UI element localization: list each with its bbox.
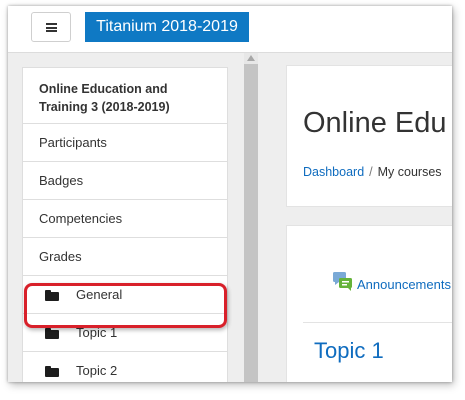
- drawer-course-title[interactable]: Online Education and Training 3 (2018-20…: [23, 68, 227, 124]
- nav-section-label: Topic 2: [76, 363, 118, 378]
- page-header-card: Online Edu Dashboard / My courses: [286, 65, 452, 207]
- course-content-card: Announcements Topic 1: [286, 225, 452, 382]
- nav-drawer: Online Education and Training 3 (2018-20…: [22, 67, 228, 382]
- hamburger-icon: [46, 23, 57, 32]
- nav-section-topic-2[interactable]: Topic 2: [23, 352, 227, 382]
- nav-item-grades[interactable]: Grades: [23, 238, 227, 276]
- breadcrumb-my-courses[interactable]: My courses: [378, 165, 442, 179]
- folder-icon: [45, 327, 59, 339]
- scroll-up-arrow-icon[interactable]: [247, 55, 255, 61]
- breadcrumb-separator: /: [369, 165, 373, 179]
- menu-toggle-button[interactable]: [31, 12, 71, 42]
- nav-item-participants[interactable]: Participants: [23, 124, 227, 162]
- scrollbar-thumb[interactable]: [244, 64, 258, 382]
- page-title: Online Edu: [303, 107, 447, 139]
- drawer-scrollbar[interactable]: [244, 53, 258, 382]
- section-heading[interactable]: Topic 1: [314, 338, 384, 364]
- navbar: Titanium 2018-2019: [8, 6, 452, 53]
- site-title[interactable]: Titanium 2018-2019: [85, 12, 249, 42]
- nav-item-badges[interactable]: Badges: [23, 162, 227, 200]
- folder-icon: [45, 365, 59, 377]
- forum-icon: [333, 272, 352, 291]
- nav-item-competencies[interactable]: Competencies: [23, 200, 227, 238]
- highlight-annotation: [24, 283, 227, 328]
- browser-frame: Titanium 2018-2019 Online Education and …: [8, 6, 452, 382]
- page-body: Online Education and Training 3 (2018-20…: [8, 53, 452, 382]
- announcements-link[interactable]: Announcements: [357, 277, 451, 292]
- breadcrumb-dashboard[interactable]: Dashboard: [303, 165, 364, 179]
- divider: [303, 322, 452, 323]
- breadcrumb: Dashboard / My courses: [303, 165, 442, 179]
